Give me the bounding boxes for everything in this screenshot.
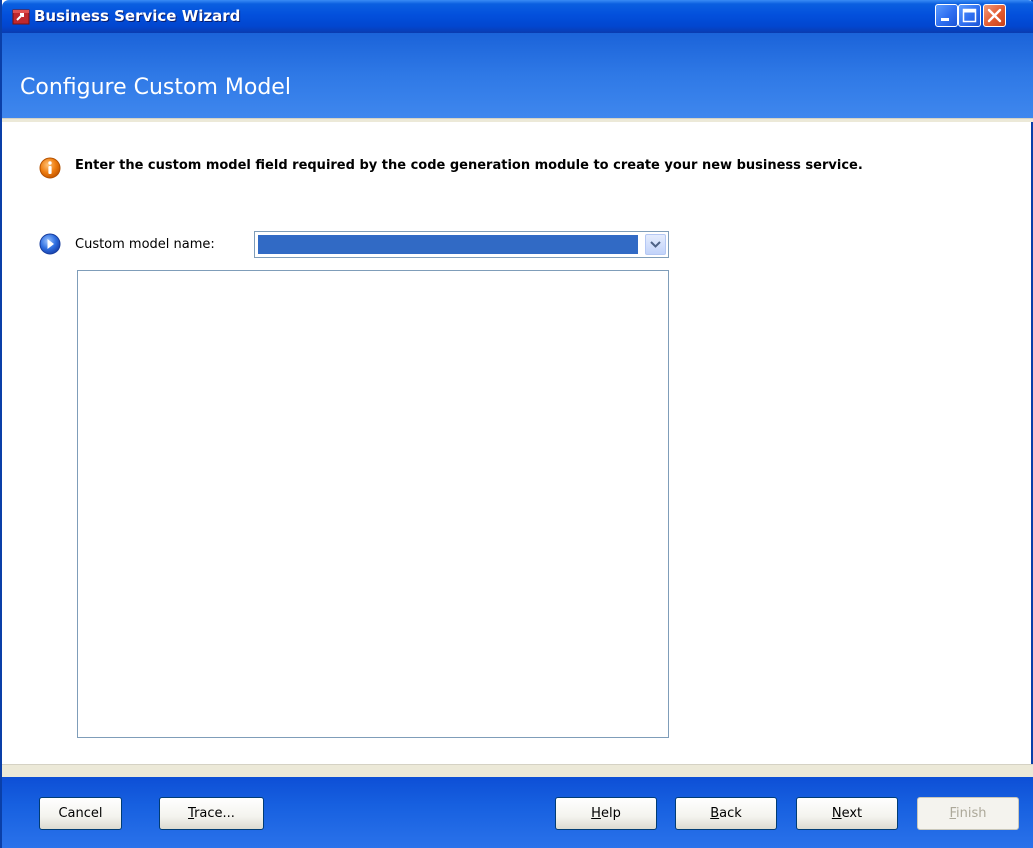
chevron-down-icon bbox=[650, 241, 661, 248]
back-button[interactable]: Back bbox=[675, 797, 777, 830]
close-icon bbox=[987, 8, 1002, 23]
wizard-window: Business Service Wizard Configure Custom… bbox=[0, 0, 1033, 848]
trace-button-label: Trace... bbox=[188, 806, 235, 821]
custom-model-name-label: Custom model name: bbox=[75, 237, 215, 252]
wizard-app-icon bbox=[12, 9, 30, 25]
arrow-right-icon bbox=[39, 233, 61, 255]
next-button-label: Next bbox=[831, 806, 863, 821]
maximize-icon bbox=[962, 8, 977, 23]
minimize-icon bbox=[941, 18, 949, 21]
cancel-button[interactable]: Cancel bbox=[39, 797, 122, 830]
page-title: Configure Custom Model bbox=[20, 75, 291, 100]
header-divider bbox=[2, 118, 1033, 122]
trace-button[interactable]: Trace... bbox=[159, 797, 264, 830]
minimize-button[interactable] bbox=[935, 4, 958, 27]
cancel-button-label: Cancel bbox=[58, 806, 103, 821]
window-title: Business Service Wizard bbox=[34, 7, 241, 25]
maximize-button[interactable] bbox=[958, 4, 981, 27]
custom-model-name-combobox[interactable] bbox=[254, 231, 669, 258]
footer-divider bbox=[2, 764, 1033, 778]
info-message: Enter the custom model field required by… bbox=[75, 158, 863, 173]
close-button[interactable] bbox=[983, 4, 1006, 27]
back-button-label: Back bbox=[710, 806, 742, 821]
combobox-dropdown-button[interactable] bbox=[645, 234, 666, 255]
finish-button: Finish bbox=[917, 797, 1019, 830]
help-button-label: Help bbox=[591, 806, 621, 821]
custom-model-listbox[interactable] bbox=[77, 270, 669, 738]
wizard-header: Configure Custom Model bbox=[2, 33, 1033, 118]
title-bar[interactable]: Business Service Wizard bbox=[2, 0, 1033, 33]
finish-button-label: Finish bbox=[949, 806, 987, 821]
info-icon bbox=[39, 157, 61, 179]
next-button[interactable]: Next bbox=[796, 797, 898, 830]
combobox-selected-value[interactable] bbox=[258, 235, 638, 254]
help-button[interactable]: Help bbox=[555, 797, 657, 830]
